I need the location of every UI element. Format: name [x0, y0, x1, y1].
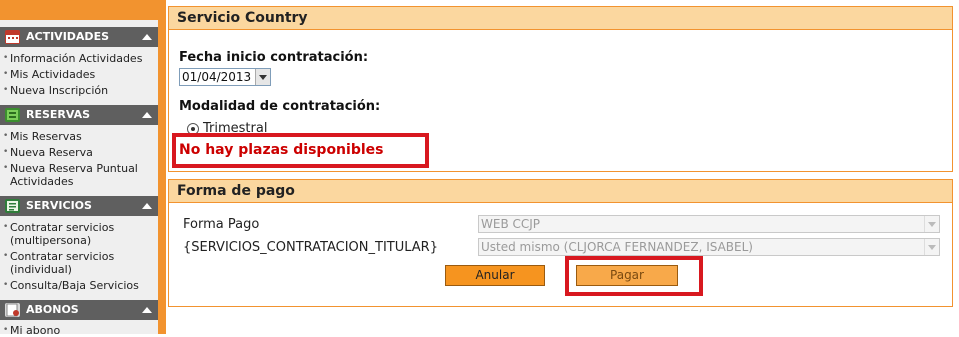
panel-title: Servicio Country — [169, 7, 952, 30]
chevron-down-icon[interactable] — [924, 216, 939, 232]
sidebar-item-label: Información Actividades — [10, 52, 143, 65]
sidebar-section-title: ABONOS — [26, 303, 79, 316]
modalidad-label: Modalidad de contratación: — [179, 99, 381, 114]
sidebar: ACTIVIDADES • Información Actividades • Mi… — [0, 0, 158, 337]
collapse-arrow-icon[interactable] — [142, 203, 152, 209]
pagar-button[interactable]: Pagar — [576, 265, 678, 286]
sidebar-item-nueva-inscripcion[interactable]: • Nueva Inscripción — [3, 84, 158, 97]
error-message: No hay plazas disponibles — [179, 142, 384, 158]
sidebar-item-consulta-baja[interactable]: • Consulta/Baja Servicios — [3, 279, 158, 292]
sidebar-divider — [158, 0, 166, 334]
chevron-down-icon[interactable] — [255, 69, 270, 85]
fecha-inicio-value: 01/04/2013 — [182, 70, 252, 84]
sidebar-item-informacion-actividades[interactable]: • Información Actividades — [3, 52, 158, 65]
sidebar-top-strip — [0, 0, 158, 20]
sidebar-section-title: RESERVAS — [26, 108, 91, 121]
collapse-arrow-icon[interactable] — [142, 34, 152, 40]
sidebar-item-mis-actividades[interactable]: • Mis Actividades — [3, 68, 158, 81]
forma-pago-select[interactable]: WEB CCJP — [478, 215, 940, 233]
sidebar-section-servicios[interactable]: SERVICIOS — [0, 196, 158, 216]
panel-title: Forma de pago — [169, 180, 952, 203]
sidebar-item-label: Consulta/Baja Servicios — [10, 279, 139, 292]
sidebar-item-label: Contratar servicios (individual) — [10, 250, 115, 276]
titular-select[interactable]: Usted mismo (CLJORCA FERNANDEZ, ISABEL) — [478, 238, 940, 256]
sidebar-item-label: Contratar servicios (multipersona) — [10, 221, 115, 247]
anular-button[interactable]: Anular — [445, 265, 545, 286]
titular-value: Usted mismo (CLJORCA FERNANDEZ, ISABEL) — [481, 240, 753, 254]
sidebar-item-label: Mis Reservas — [10, 130, 82, 143]
sidebar-section-title: ACTIVIDADES — [26, 30, 109, 43]
sidebar-section-title: SERVICIOS — [26, 199, 92, 212]
sidebar-section-actividades[interactable]: ACTIVIDADES — [0, 27, 158, 47]
sidebar-item-label: Nueva Inscripción — [10, 84, 109, 97]
sidebar-item-contratar-multipersona[interactable]: • Contratar servicios (multipersona) — [3, 221, 158, 247]
sidebar-item-contratar-individual[interactable]: • Contratar servicios (individual) — [3, 250, 158, 276]
fecha-inicio-label: Fecha inicio contratación: — [179, 50, 369, 65]
sidebar-item-nueva-reserva-puntual[interactable]: • Nueva Reserva Puntual Actividades — [3, 162, 158, 188]
services-icon — [5, 199, 20, 213]
forma-pago-label: Forma Pago — [183, 217, 260, 232]
titular-label: {SERVICIOS_CONTRATACION_TITULAR} — [183, 240, 438, 255]
collapse-arrow-icon[interactable] — [142, 307, 152, 313]
sidebar-item-label: Nueva Reserva Puntual Actividades — [10, 162, 138, 188]
reservation-icon — [5, 108, 20, 122]
calendar-icon — [5, 30, 20, 44]
collapse-arrow-icon[interactable] — [142, 112, 152, 118]
fecha-inicio-select[interactable]: 01/04/2013 — [179, 68, 271, 86]
sidebar-item-mis-reservas[interactable]: • Mis Reservas — [3, 130, 158, 143]
sidebar-section-reservas[interactable]: RESERVAS — [0, 105, 158, 125]
sidebar-section-abonos[interactable]: ABONOS — [0, 300, 158, 320]
sidebar-item-label: Mis Actividades — [10, 68, 96, 81]
sidebar-item-nueva-reserva[interactable]: • Nueva Reserva — [3, 146, 158, 159]
card-icon — [5, 303, 20, 317]
sidebar-item-label: Mi abono — [10, 324, 61, 337]
sidebar-item-label: Nueva Reserva — [10, 146, 93, 159]
forma-pago-value: WEB CCJP — [481, 217, 541, 231]
chevron-down-icon[interactable] — [924, 239, 939, 255]
sidebar-item-mi-abono[interactable]: • Mi abono — [3, 324, 158, 337]
